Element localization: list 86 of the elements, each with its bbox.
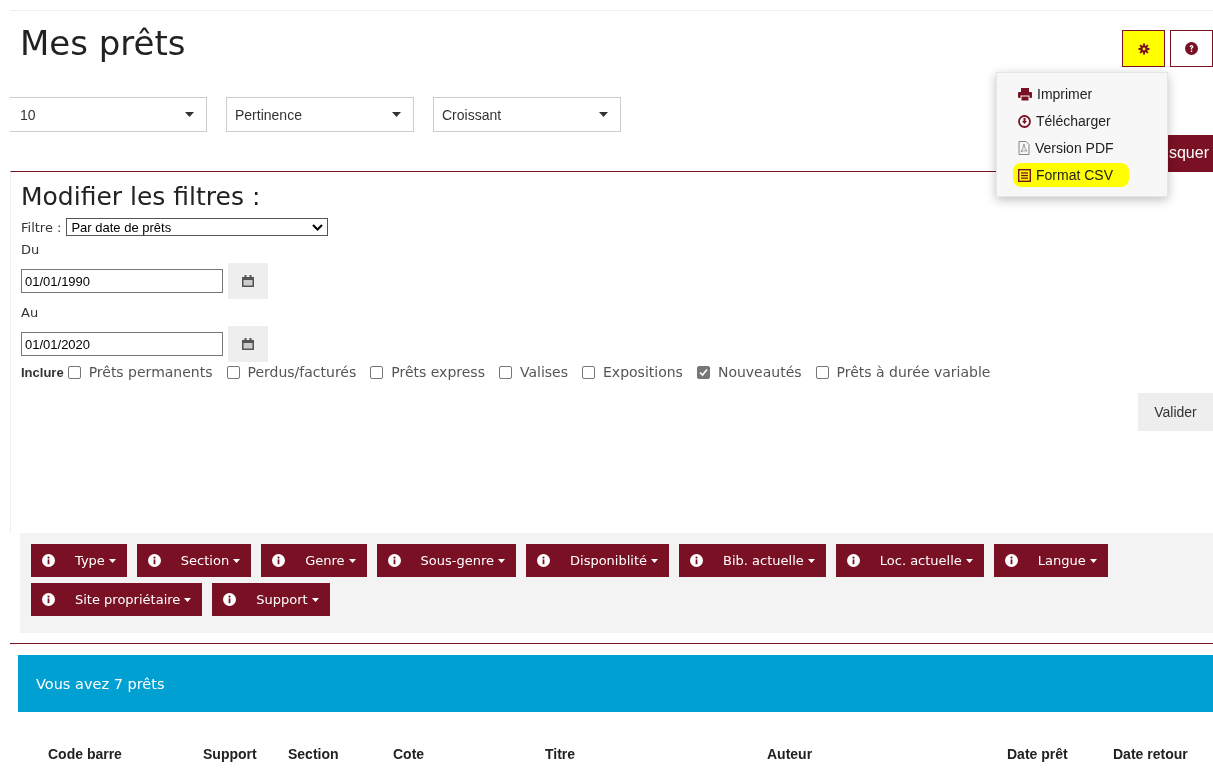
menu-item[interactable]: Imprimer: [1018, 82, 1097, 106]
include-label: Inclure: [21, 364, 64, 380]
chevron-icon: [312, 223, 324, 231]
date-field[interactable]: 01/01/1990: [21, 269, 223, 293]
info-icon: [223, 593, 237, 606]
help-button[interactable]: [1170, 30, 1213, 67]
field-label: Au: [21, 305, 40, 320]
calendar-icon: [242, 275, 254, 287]
caret-icon: [965, 558, 973, 563]
info-icon: [272, 554, 286, 567]
list-icon: [1018, 168, 1031, 182]
checkbox[interactable]: [370, 365, 384, 379]
checkbox[interactable]: [226, 365, 240, 379]
settings-icon: [1137, 42, 1150, 55]
checkbox[interactable]: [582, 365, 595, 379]
info-icon: [690, 554, 704, 567]
menu-item[interactable]: Version PDF: [1018, 136, 1118, 160]
column-header: Section: [288, 746, 340, 762]
caret-icon: [599, 112, 608, 117]
info-icon: [537, 554, 550, 567]
settings-button[interactable]: [1122, 30, 1165, 67]
date-field[interactable]: 01/01/2020: [21, 332, 223, 356]
info-icon: [1004, 554, 1018, 567]
info-icon: [147, 554, 161, 567]
checkbox-label: Valises: [519, 364, 568, 380]
checkbox[interactable]: [498, 365, 512, 379]
caret-icon: [392, 112, 401, 117]
caret-icon: [233, 558, 241, 563]
facet-button[interactable]: Site propriétaire: [31, 583, 203, 616]
facet-button[interactable]: Section: [136, 544, 252, 577]
facet-button[interactable]: Type: [31, 544, 127, 577]
sort-dropdown[interactable]: 10: [10, 97, 207, 132]
caret-icon: [651, 558, 659, 563]
sort-dropdown[interactable]: Croissant: [433, 97, 621, 132]
checkbox[interactable]: [67, 365, 81, 379]
printer-icon: [1018, 87, 1032, 101]
loan-count: Vous avez 7 prêts: [36, 675, 165, 692]
submit-button[interactable]: Valider: [1138, 393, 1213, 431]
page-title: Mes prêts: [19, 22, 186, 63]
checkbox-label: Perdus/facturés: [247, 364, 357, 380]
facet-button[interactable]: Bib. actuelle: [679, 544, 826, 577]
column-header: Auteur: [767, 746, 814, 762]
caret-icon: [311, 597, 319, 602]
caret-icon: [1089, 558, 1097, 563]
pdf-file-icon: [1018, 141, 1030, 155]
checkbox-label: Nouveautés: [717, 364, 802, 380]
info-icon: [42, 593, 55, 606]
caret-icon: [807, 558, 815, 563]
caret-icon: [108, 558, 116, 563]
checkbox-label: Expositions: [603, 364, 683, 380]
calendar-button[interactable]: [228, 263, 268, 299]
facet-button[interactable]: Disponiblité: [526, 544, 670, 577]
info-icon: [42, 554, 55, 567]
checkbox[interactable]: [696, 365, 710, 379]
sort-dropdown[interactable]: Pertinence: [226, 97, 414, 132]
column-header: Titre: [545, 746, 577, 762]
section-heading: Modifier les filtres :: [21, 182, 262, 211]
filter-label: Filtre :: [21, 219, 62, 235]
column-header: Cote: [393, 746, 426, 762]
filter-dropdown[interactable]: Par date de prêts: [66, 218, 329, 236]
info-icon: [387, 554, 401, 567]
menu-item[interactable]: Télécharger: [1018, 109, 1115, 133]
column-header: Date prêt: [1007, 746, 1069, 762]
caret-icon: [184, 597, 192, 602]
caret-icon: [348, 558, 356, 563]
download-icon: [1018, 114, 1031, 128]
checkbox-label: Prêts express: [391, 364, 485, 380]
facet-button[interactable]: Support: [212, 583, 330, 616]
column-header: Support: [203, 746, 258, 762]
facet-button[interactable]: Loc. actuelle: [835, 544, 984, 577]
calendar-button[interactable]: [228, 326, 268, 362]
column-header: Code barre: [48, 746, 123, 762]
column-header: Date retour: [1113, 746, 1189, 762]
caret-icon: [185, 112, 194, 117]
facet-button[interactable]: Langue: [993, 544, 1108, 577]
facet-button[interactable]: Sous-genre: [376, 544, 516, 577]
menu-item[interactable]: Format CSV: [1013, 163, 1129, 187]
checkbox-label: Prêts permanents: [88, 364, 213, 380]
checkbox[interactable]: [815, 365, 829, 379]
help-icon: [1185, 42, 1198, 55]
checkbox-label: Prêts à durée variable: [836, 364, 991, 380]
calendar-icon: [242, 338, 254, 350]
facet-button[interactable]: Genre: [261, 544, 367, 577]
info-icon: [846, 554, 860, 567]
field-label: Du: [21, 242, 41, 257]
caret-icon: [498, 558, 505, 563]
